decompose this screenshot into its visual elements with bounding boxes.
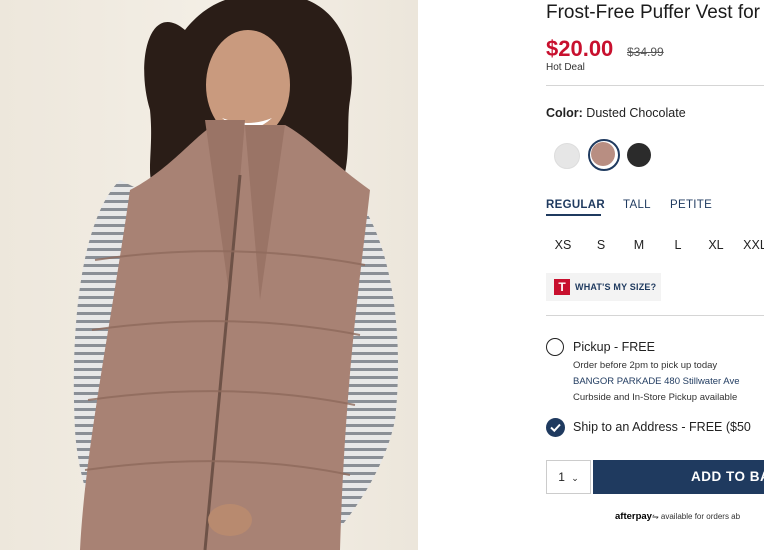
- quantity-select[interactable]: 1 ⌄: [546, 460, 591, 494]
- pickup-radio[interactable]: [546, 338, 564, 356]
- color-label-prefix: Color:: [546, 106, 583, 120]
- size-l[interactable]: L: [663, 238, 693, 252]
- product-details-panel: Frost-Free Puffer Vest for $20.00 $34.99…: [546, 0, 764, 550]
- original-price: $34.99: [627, 45, 664, 59]
- size-xl[interactable]: XL: [701, 238, 731, 252]
- selected-color-name: Dusted Chocolate: [586, 106, 686, 120]
- product-photo-illustration: [73, 0, 398, 550]
- afterpay-text: available for orders ab: [660, 512, 741, 521]
- sale-price: $20.00: [546, 36, 614, 61]
- swatch-dusted-chocolate[interactable]: [591, 142, 615, 166]
- size-m[interactable]: M: [624, 238, 654, 252]
- quantity-value: 1: [558, 470, 565, 484]
- pickup-note: Order before 2pm to pick up today: [573, 360, 718, 371]
- pickup-details: Curbside and In-Store Pickup available: [573, 392, 738, 403]
- pickup-store-link[interactable]: BANGOR PARKADE 480 Stillwater Ave: [573, 376, 740, 387]
- tab-petite[interactable]: PETITE: [670, 199, 712, 211]
- afterpay-note: afterpay⇋ available for orders ab: [615, 511, 740, 522]
- afterpay-logo: afterpay: [615, 511, 652, 522]
- ship-check-icon[interactable]: [546, 418, 565, 437]
- swatch-light-grey[interactable]: [554, 143, 580, 169]
- ship-label[interactable]: Ship to an Address - FREE ($50: [573, 420, 751, 434]
- add-to-bag-button[interactable]: ADD TO BA: [593, 460, 764, 494]
- size-guide-icon: T: [554, 279, 570, 295]
- size-s[interactable]: S: [586, 238, 616, 252]
- swatch-black[interactable]: [627, 143, 651, 167]
- afterpay-icon: ⇋: [651, 512, 659, 521]
- divider: [546, 85, 764, 86]
- tab-regular[interactable]: REGULAR: [546, 199, 605, 211]
- deal-badge: Hot Deal: [546, 62, 585, 73]
- color-label: Color: Dusted Chocolate: [546, 106, 686, 120]
- pickup-label[interactable]: Pickup - FREE: [573, 340, 655, 354]
- size-xxl[interactable]: XXL: [740, 238, 764, 252]
- size-guide-label: WHAT'S MY SIZE?: [575, 282, 657, 292]
- tab-active-underline: [546, 214, 601, 216]
- divider: [546, 315, 764, 316]
- chevron-down-icon: ⌄: [571, 473, 579, 483]
- size-xs[interactable]: XS: [548, 238, 578, 252]
- tab-tall[interactable]: TALL: [623, 199, 651, 211]
- whats-my-size-button[interactable]: T WHAT'S MY SIZE?: [546, 273, 661, 301]
- product-image[interactable]: [0, 0, 418, 550]
- product-title: Frost-Free Puffer Vest for: [546, 2, 761, 23]
